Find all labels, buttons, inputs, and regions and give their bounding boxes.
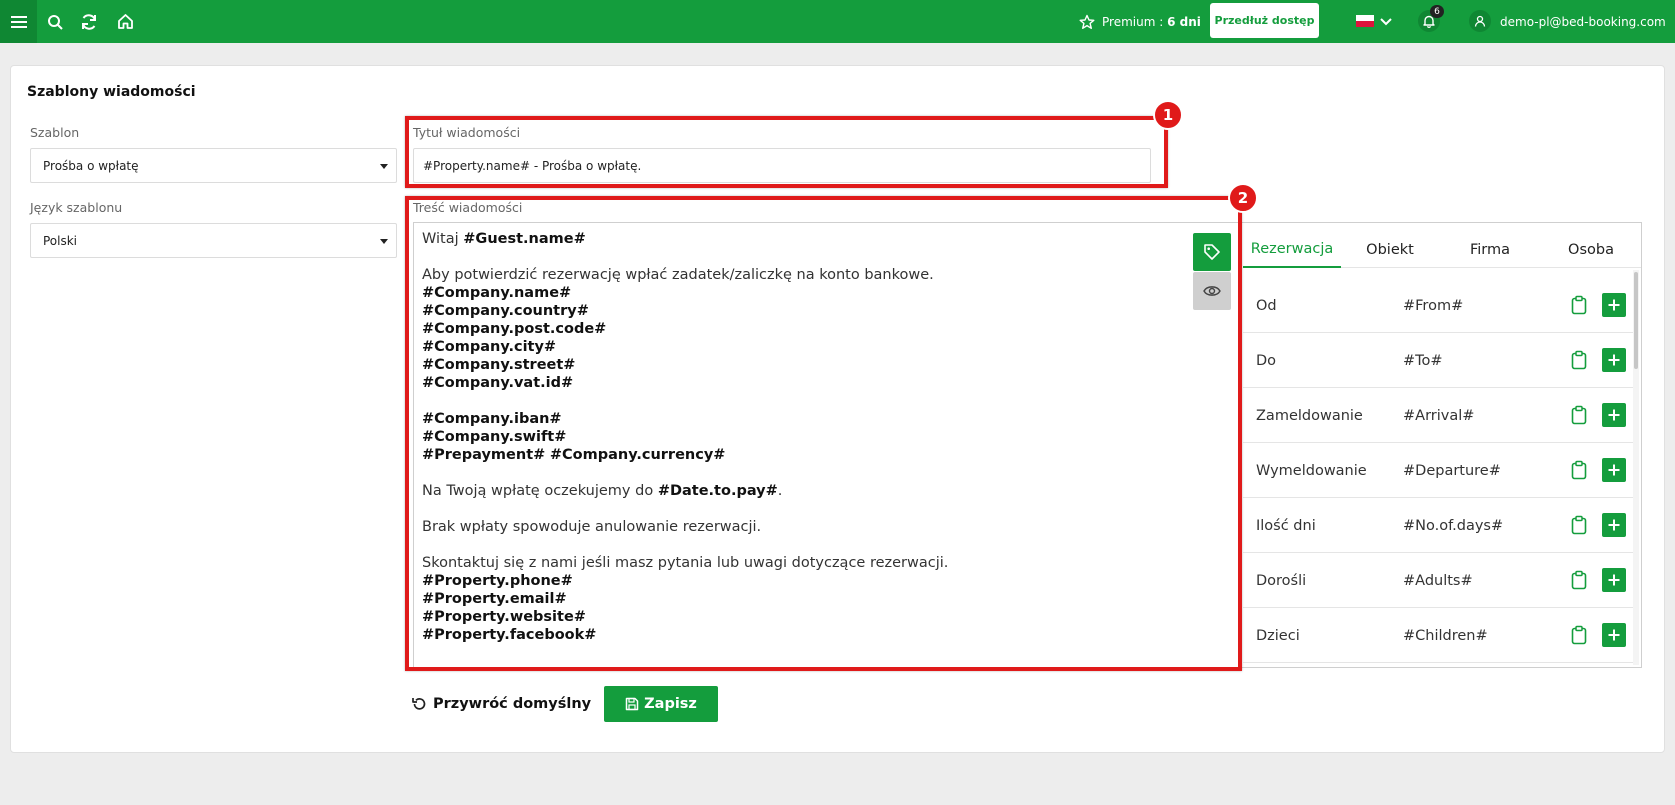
- plus-icon: [1608, 409, 1620, 421]
- insert-variable-button[interactable]: [1602, 403, 1626, 427]
- caret-down-icon: [380, 239, 388, 244]
- variable-label: Ilość dni: [1256, 517, 1316, 534]
- caret-down-icon: [380, 164, 388, 169]
- tab-osoba[interactable]: Osoba: [1541, 232, 1641, 268]
- insert-variable-button[interactable]: [1602, 623, 1626, 647]
- search-button[interactable]: [44, 0, 66, 43]
- copy-variable-button[interactable]: [1568, 349, 1590, 371]
- insert-variable-button[interactable]: [1602, 293, 1626, 317]
- annotation-box-1: [405, 116, 1168, 188]
- annotation-box-2: [405, 196, 1242, 671]
- insert-variable-button[interactable]: [1602, 458, 1626, 482]
- insert-variable-button[interactable]: [1602, 348, 1626, 372]
- user-avatar[interactable]: [1469, 10, 1491, 32]
- annotation-badge-1: 1: [1153, 100, 1183, 130]
- variable-label: Wymeldowanie: [1256, 462, 1367, 479]
- variable-row: Zameldowanie #Arrival#: [1243, 388, 1633, 443]
- variable-row: Ilość dni #No.of.days#: [1243, 498, 1633, 553]
- restore-default-button[interactable]: Przywróć domyślny: [411, 686, 591, 722]
- plus-icon: [1608, 354, 1620, 366]
- variable-row: Do #To#: [1243, 333, 1633, 388]
- variable-label: Dorośli: [1256, 572, 1307, 589]
- copy-variable-button[interactable]: [1568, 294, 1590, 316]
- tab-obiekt[interactable]: Obiekt: [1341, 232, 1439, 268]
- menu-button[interactable]: [0, 0, 37, 43]
- page-title: Szablony wiadomości: [27, 84, 196, 100]
- plus-icon: [1608, 464, 1620, 476]
- poland-flag-icon[interactable]: [1356, 15, 1374, 27]
- undo-icon: [412, 698, 426, 710]
- variable-tag: #Arrival#: [1403, 407, 1475, 424]
- annotation-badge-2: 2: [1228, 183, 1258, 213]
- variable-label: Od: [1256, 297, 1277, 314]
- premium-days: 6 dni: [1167, 14, 1201, 29]
- plus-icon: [1608, 299, 1620, 311]
- user-email[interactable]: demo-pl@bed-booking.com: [1500, 0, 1666, 43]
- clipboard-icon: [1571, 625, 1587, 645]
- restore-label: Przywróć domyślny: [433, 696, 592, 712]
- hamburger-icon: [10, 15, 27, 28]
- template-select-value: Prośba o wpłatę: [43, 158, 139, 173]
- language-select-value: Polski: [43, 233, 78, 248]
- insert-variable-button[interactable]: [1602, 568, 1626, 592]
- clipboard-icon: [1571, 295, 1587, 315]
- chevron-down-icon[interactable]: [1380, 12, 1392, 34]
- tab-firma[interactable]: Firma: [1441, 232, 1539, 268]
- plus-icon: [1608, 519, 1620, 531]
- copy-variable-button[interactable]: [1568, 569, 1590, 591]
- variable-tag: #Adults#: [1403, 572, 1473, 589]
- template-select[interactable]: Prośba o wpłatę: [30, 148, 397, 183]
- variable-label: Zameldowanie: [1256, 407, 1363, 424]
- clipboard-icon: [1571, 350, 1587, 370]
- star-icon: [1079, 14, 1095, 29]
- variable-tag: #From#: [1403, 297, 1464, 314]
- variables-list: Od #From# Do #To# Zameldowanie #Arrival# Wymel…: [1243, 278, 1633, 668]
- copy-variable-button[interactable]: [1568, 459, 1590, 481]
- variable-tag: #Departure#: [1403, 462, 1501, 479]
- clipboard-icon: [1571, 460, 1587, 480]
- variable-label: Do: [1256, 352, 1277, 369]
- insert-variable-button[interactable]: [1602, 513, 1626, 537]
- clipboard-icon: [1571, 570, 1587, 590]
- variable-row: Od #From#: [1243, 278, 1633, 333]
- copy-variable-button[interactable]: [1568, 624, 1590, 646]
- template-label: Szablon: [30, 125, 80, 140]
- variable-tag: #No.of.days#: [1403, 517, 1504, 534]
- save-button[interactable]: Zapisz: [604, 686, 718, 722]
- variables-scrollbar-thumb[interactable]: [1634, 272, 1638, 369]
- home-button[interactable]: [114, 0, 136, 43]
- plus-icon: [1608, 629, 1620, 641]
- home-icon: [117, 14, 133, 29]
- plus-icon: [1608, 574, 1620, 586]
- variable-tag: #To#: [1403, 352, 1443, 369]
- save-icon: [625, 697, 639, 711]
- variable-row: Dorośli #Adults#: [1243, 553, 1633, 608]
- premium-label: Premium :: [1102, 14, 1164, 29]
- refresh-button[interactable]: [78, 0, 100, 43]
- extend-access-button[interactable]: Przedłuż dostęp: [1210, 3, 1319, 38]
- search-icon: [48, 14, 63, 30]
- variable-tabs: Rezerwacja Obiekt Firma Osoba: [1243, 232, 1641, 268]
- copy-variable-button[interactable]: [1568, 514, 1590, 536]
- copy-variable-button[interactable]: [1568, 404, 1590, 426]
- save-label: Zapisz: [644, 696, 697, 712]
- variable-row: Wymeldowanie #Departure#: [1243, 443, 1633, 498]
- tab-rezerwacja[interactable]: Rezerwacja: [1243, 232, 1341, 268]
- clipboard-icon: [1571, 515, 1587, 535]
- variable-tag: #Children#: [1403, 627, 1488, 644]
- refresh-icon: [82, 13, 96, 30]
- user-icon: [1474, 15, 1486, 27]
- variable-row: Dzieci #Children#: [1243, 608, 1633, 663]
- clipboard-icon: [1571, 405, 1587, 425]
- top-bar: Premium : 6 dni Przedłuż dostęp 6 demo-p…: [0, 0, 1675, 43]
- language-label: Język szablonu: [30, 200, 123, 215]
- premium-status[interactable]: Premium : 6 dni: [1079, 0, 1201, 43]
- variable-label: Dzieci: [1256, 627, 1300, 644]
- notifications-badge: 6: [1430, 5, 1444, 18]
- language-select[interactable]: Polski: [30, 223, 397, 258]
